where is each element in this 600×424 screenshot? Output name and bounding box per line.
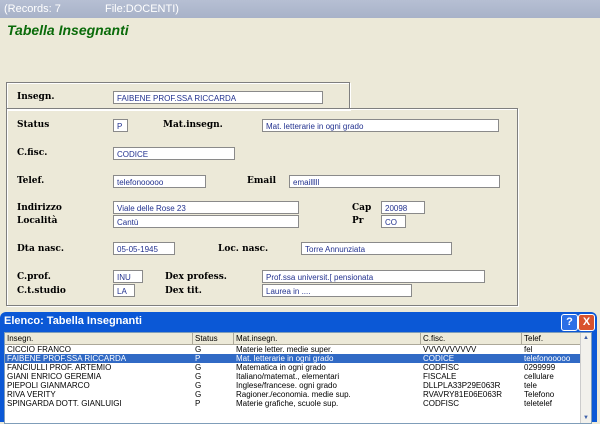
table-cell: cellulare	[524, 372, 554, 381]
table-cell: CICCIO FRANCO	[7, 345, 71, 354]
dta-nasc-label: Dta nasc.	[17, 244, 64, 254]
ctstudio-label: C.t.studio	[17, 286, 66, 296]
table-cell: Telefono	[524, 390, 555, 399]
table-row[interactable]: FANCIULLI PROF. ARTEMIO G Matematica in og…	[5, 363, 591, 372]
table-cell: FISCALE	[423, 372, 457, 381]
table-cell: G	[195, 363, 202, 372]
column-header-status[interactable]: Status	[193, 333, 234, 344]
localita-label: Località	[17, 216, 58, 226]
table-cell: Matematica in ogni grado	[236, 363, 326, 372]
list-window-title: Elenco: Tabella Insegnanti	[4, 315, 142, 327]
close-button[interactable]: X	[578, 314, 595, 331]
dex-profess-field[interactable]: Prof.ssa universit.[ pensionata	[262, 270, 485, 283]
table-cell: PIEPOLI GIANMARCO	[7, 381, 90, 390]
table-row[interactable]: CICCIO FRANCO G Materie letter. medie supe…	[5, 345, 591, 354]
table-row[interactable]: PIEPOLI GIANMARCO G Inglese/francese. ogni…	[5, 381, 591, 390]
email-field[interactable]: emailllll	[289, 175, 500, 188]
table-cell: CODICE	[423, 354, 455, 363]
table-row[interactable]: RIVA VERITY G Ragioner./economia. medie su…	[5, 390, 591, 399]
table-row[interactable]: FAIBENE PROF.SSA RICCARDA P Mat. letterari…	[5, 354, 591, 363]
ctstudio-field[interactable]: LA	[113, 284, 135, 297]
records-count: (Records: 7	[4, 3, 61, 15]
insegn-field[interactable]: FAIBENE PROF.SSA RICCARDA	[113, 91, 323, 104]
table-cell: Materie grafiche, scuole sup.	[236, 399, 339, 408]
cap-label: Cap	[352, 203, 372, 213]
column-header-cfisc[interactable]: C.fisc.	[421, 333, 522, 344]
table-cell: P	[195, 399, 201, 408]
cprof-field[interactable]: INU	[113, 270, 143, 283]
table-cell: VVVVVVVVVV	[423, 345, 477, 354]
insegn-label: Insegn.	[17, 92, 55, 102]
dta-nasc-field[interactable]: 05-05-1945	[113, 242, 175, 255]
table-cell: GIANI ENRICO GEREMIA	[7, 372, 102, 381]
cfisc-field[interactable]: CODICE	[113, 147, 235, 160]
teachers-list: Insegn. Status Mat.insegn. C.fisc. Telef…	[4, 332, 592, 424]
status-field[interactable]: P	[113, 119, 128, 132]
table-cell: tele	[524, 381, 537, 390]
column-header-insegn[interactable]: Insegn.	[5, 333, 193, 344]
table-cell: G	[195, 372, 202, 381]
file-name: File:DOCENTI)	[105, 3, 179, 15]
telef-label: Telef.	[17, 176, 45, 186]
column-header-telef[interactable]: Telef.	[522, 333, 582, 344]
pr-label: Pr	[352, 216, 364, 226]
table-cell: RIVA VERITY	[7, 390, 56, 399]
table-cell: teletelef	[524, 399, 553, 408]
table-row[interactable]: GIANI ENRICO GEREMIA G Italiano/matemat., …	[5, 372, 591, 381]
indirizzo-label: Indirizzo	[17, 203, 62, 213]
table-cell: DLLPLA33P29E063R	[423, 381, 501, 390]
column-header-mat-insegn[interactable]: Mat.insegn.	[234, 333, 421, 344]
table-cell: Mat. letterarie in ogni grado	[236, 354, 334, 363]
app-titlebar: (Records: 7 File:DOCENTI)	[0, 0, 600, 18]
telef-field[interactable]: telefonooooo	[113, 175, 206, 188]
page-title: Tabella Insegnanti	[7, 22, 129, 38]
scroll-up-icon[interactable]: ▲	[582, 334, 590, 342]
table-cell: CODFISC	[423, 399, 459, 408]
table-cell: Ragioner./economia. medie sup.	[236, 390, 351, 399]
list-scrollbar[interactable]: ▲ ▼	[580, 333, 591, 423]
table-cell: G	[195, 390, 202, 399]
dex-profess-label: Dex profess.	[165, 272, 227, 282]
table-cell: Italiano/matemat., elementari	[236, 372, 340, 381]
table-cell: G	[195, 345, 202, 354]
cfisc-label: C.fisc.	[17, 148, 48, 158]
localita-field[interactable]: Cantù	[113, 215, 299, 228]
table-cell: P	[195, 354, 201, 363]
email-label: Email	[247, 176, 277, 186]
cprof-label: C.prof.	[17, 272, 51, 282]
status-label: Status	[17, 120, 50, 130]
cap-field[interactable]: 20098	[381, 201, 425, 214]
indirizzo-field[interactable]: Viale delle Rose 23	[113, 201, 299, 214]
pr-field[interactable]: CO	[381, 215, 406, 228]
table-cell: FAIBENE PROF.SSA RICCARDA	[7, 354, 127, 363]
loc-nasc-field[interactable]: Torre Annunziata	[301, 242, 452, 255]
table-cell: fel	[524, 345, 533, 354]
table-cell: 0299999	[524, 363, 556, 372]
table-cell: SPINGARDA DOTT. GIANLUIGI	[7, 399, 122, 408]
dex-tit-field[interactable]: Laurea in ....	[262, 284, 412, 297]
list-header: Insegn. Status Mat.insegn. C.fisc. Telef…	[5, 333, 591, 345]
table-cell: telefonooooo	[524, 354, 571, 363]
table-cell: CODFISC	[423, 363, 459, 372]
table-cell: Materie letter. medie super.	[236, 345, 333, 354]
table-cell: Inglese/francese. ogni grado	[236, 381, 337, 390]
table-cell: FANCIULLI PROF. ARTEMIO	[7, 363, 112, 372]
table-cell: RVAVRY81E06E063R	[423, 390, 503, 399]
help-button[interactable]: ?	[561, 314, 578, 331]
dex-tit-label: Dex tit.	[165, 286, 202, 296]
mat-insegn-field[interactable]: Mat. letterarie in ogni grado	[262, 119, 499, 132]
scroll-down-icon[interactable]: ▼	[582, 414, 590, 422]
mat-insegn-label: Mat.insegn.	[163, 120, 223, 130]
loc-nasc-label: Loc. nasc.	[218, 244, 269, 254]
table-cell: G	[195, 381, 202, 390]
table-row[interactable]: SPINGARDA DOTT. GIANLUIGI P Materie grafic…	[5, 399, 591, 408]
list-window: Elenco: Tabella Insegnanti ? X Insegn. S…	[0, 312, 597, 424]
